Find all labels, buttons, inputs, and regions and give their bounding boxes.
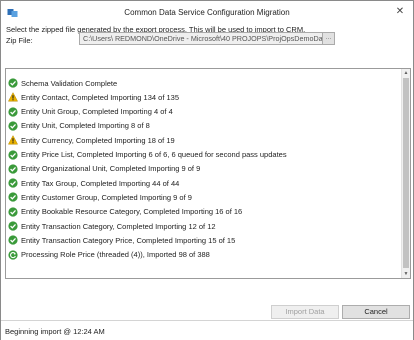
scroll-down-icon[interactable]: ▼ xyxy=(402,270,410,278)
check-circle-icon xyxy=(8,78,18,88)
window-title: Common Data Service Configuration Migrat… xyxy=(124,8,290,17)
log-entry-text: Entity Organizational Unit, Completed Im… xyxy=(21,164,201,174)
log-entry-text: Entity Unit Group, Completed Importing 4… xyxy=(21,107,173,117)
log-entry-text: Entity Transaction Category Price, Compl… xyxy=(21,235,236,245)
check-circle-icon xyxy=(8,221,18,231)
log-entry-text: Entity Price List, Completed Importing 6… xyxy=(21,150,287,159)
log-entry: Entity Transaction Category Price, Compl… xyxy=(8,234,235,246)
log-scrollbar[interactable]: ▲ ▼ xyxy=(401,69,410,278)
log-entry-text: Entity Unit, Completed Importing 8 of 8 xyxy=(21,121,150,131)
log-entry: Processing Role Price (threaded (4)), Im… xyxy=(8,249,210,261)
close-icon: ✕ xyxy=(395,6,405,17)
import-data-button[interactable]: Import Data xyxy=(271,305,339,319)
check-circle-icon xyxy=(8,178,18,188)
log-entry-text: Entity Contact, Completed Importing 134 … xyxy=(21,92,180,102)
log-entry-text: Schema Validation Complete xyxy=(21,78,118,88)
log-entry-text: Entity Customer Group, Completed Importi… xyxy=(21,192,192,202)
log-entry-text: Entity Tax Group, Completed Importing 44… xyxy=(21,178,180,188)
check-circle-icon xyxy=(8,207,18,217)
log-entry: Schema Validation Complete xyxy=(8,77,117,89)
status-bar: Beginning import @ 12:24 AM xyxy=(1,320,413,340)
log-entry-text: Processing Role Price (threaded (4)), Im… xyxy=(21,250,210,260)
title-bar: Common Data Service Configuration Migrat… xyxy=(1,1,413,24)
log-entry: Entity Transaction Category, Completed I… xyxy=(8,220,216,232)
warning-triangle-icon xyxy=(8,92,18,102)
zip-file-label: Zip File: xyxy=(6,36,33,45)
log-entry: Entity Unit, Completed Importing 8 of 8 xyxy=(8,120,150,132)
log-entry-text: Entity Currency, Completed Importing 18 … xyxy=(21,135,175,145)
cancel-button[interactable]: Cancel xyxy=(342,305,410,319)
migration-dialog: Common Data Service Configuration Migrat… xyxy=(0,0,414,340)
log-entry: Entity Unit Group, Completed Importing 4… xyxy=(8,106,173,118)
refresh-circle-icon xyxy=(8,249,18,260)
warning-triangle-icon xyxy=(8,135,18,145)
scroll-thumb[interactable] xyxy=(403,78,409,268)
log-entry: Entity Bookable Resource Category, Compl… xyxy=(8,206,242,218)
log-entry: Entity Organizational Unit, Completed Im… xyxy=(8,163,200,175)
log-entry: Entity Customer Group, Completed Importi… xyxy=(8,191,192,203)
zip-file-input[interactable]: C:\Users\ REDMOND\OneDrive - Microsoft\4… xyxy=(79,32,325,45)
check-circle-icon xyxy=(8,164,18,174)
check-circle-icon xyxy=(8,106,18,117)
check-circle-icon xyxy=(8,192,18,202)
status-text: Beginning import @ 12:24 AM xyxy=(5,327,105,336)
log-entry: Entity Contact, Completed Importing 134 … xyxy=(8,91,179,103)
browse-button[interactable]: ... xyxy=(322,32,335,45)
check-circle-icon xyxy=(8,149,18,160)
close-button[interactable]: ✕ xyxy=(387,1,413,22)
log-entry: Entity Tax Group, Completed Importing 44… xyxy=(8,177,179,189)
check-circle-icon xyxy=(8,121,18,131)
check-circle-icon xyxy=(8,235,18,245)
log-entry: Entity Price List, Completed Importing 6… xyxy=(8,149,287,161)
import-log-panel: Schema Validation Complete Entity Contact… xyxy=(5,68,411,279)
log-entry: Entity Currency, Completed Importing 18 … xyxy=(8,134,175,146)
scroll-up-icon[interactable]: ▲ xyxy=(402,69,410,77)
log-entry-text: Entity Transaction Category, Completed I… xyxy=(21,221,216,231)
log-entry-text: Entity Bookable Resource Category, Compl… xyxy=(21,207,243,217)
